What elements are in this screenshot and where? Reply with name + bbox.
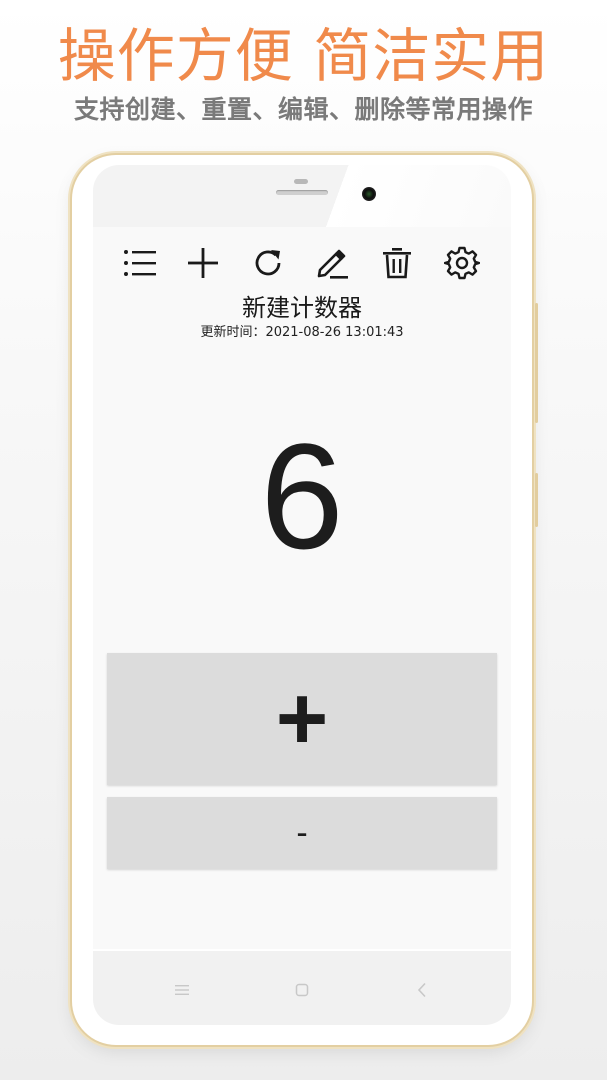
refresh-icon[interactable] (248, 243, 288, 283)
volume-button (535, 303, 538, 423)
updated-time: 2021-08-26 13:01:43 (265, 325, 404, 340)
trash-icon[interactable] (377, 243, 417, 283)
decrement-button[interactable]: - (107, 797, 497, 869)
list-icon[interactable] (120, 243, 160, 283)
sensor (294, 179, 308, 184)
system-nav-bar (93, 951, 511, 1025)
edit-icon[interactable] (312, 243, 352, 283)
add-icon[interactable] (183, 243, 223, 283)
updated-label: 更新时间： (200, 325, 266, 340)
updated-time-row: 更新时间：2021-08-26 13:01:43 (93, 324, 511, 342)
promo-title: 操作方便 简洁实用 (57, 22, 550, 90)
power-button (535, 473, 538, 527)
front-camera (362, 187, 376, 201)
home-icon[interactable] (287, 975, 317, 1005)
phone-frame: 新建计数器 更新时间：2021-08-26 13:01:43 6 + - (72, 155, 538, 1045)
settings-icon[interactable] (442, 243, 482, 283)
earpiece-speaker (276, 190, 328, 195)
menu-icon[interactable] (167, 975, 197, 1005)
count-value: 6 (260, 412, 344, 580)
toolbar (93, 243, 511, 283)
phone-top-bezel (93, 165, 511, 227)
promo-subtitle: 支持创建、重置、编辑、删除等常用操作 (73, 95, 533, 124)
app-screen: 新建计数器 更新时间：2021-08-26 13:01:43 6 + - (93, 227, 511, 949)
counter-title: 新建计数器 (242, 294, 362, 322)
increment-button[interactable]: + (107, 653, 497, 785)
back-icon[interactable] (407, 975, 437, 1005)
